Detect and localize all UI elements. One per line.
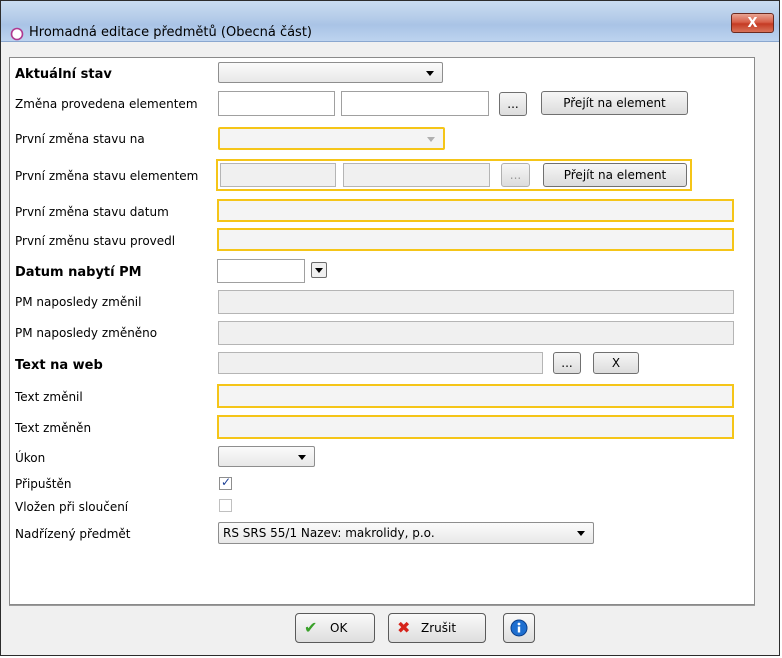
text-zmenen-field — [217, 415, 734, 439]
chevron-down-icon — [298, 455, 306, 460]
nadrizeny-select[interactable]: RS SRS 55/1 Nazev: makrolidy, p.o. — [218, 522, 594, 544]
footer-divider — [9, 605, 755, 606]
nadrizeny-label: Nadřízený předmět — [15, 527, 131, 541]
prvni-zmena-provedl-label: První změnu stavu provedl — [15, 234, 176, 248]
checkmark-icon: ✔ — [304, 618, 318, 637]
close-button[interactable]: X — [731, 13, 774, 33]
chevron-down-icon — [315, 268, 323, 273]
pm-zmenil-field — [218, 290, 734, 314]
chevron-down-icon — [577, 531, 585, 536]
prvni-zmena-datum-label: První změna stavu datum — [15, 205, 169, 219]
x-icon: ✖ — [397, 618, 411, 637]
info-button[interactable] — [503, 613, 535, 643]
prvni-zmena-elementem-goto-button[interactable]: Přejít na element — [543, 163, 687, 187]
vlozen-label: Vložen při sloučení — [15, 500, 129, 514]
pm-zmeneno-label: PM naposledy změněno — [15, 326, 158, 340]
info-icon — [510, 619, 528, 637]
datum-nabyti-label: Datum nabytí PM — [15, 265, 142, 280]
zmena-elementem-label: Změna provedena elementem — [15, 97, 198, 111]
app-icon — [10, 27, 24, 41]
dialog-window: Hromadná editace předmětů (Obecná část) … — [0, 0, 780, 656]
zmena-elementem-goto-button[interactable]: Přejít na element — [541, 91, 688, 115]
zmena-elementem-code-input[interactable] — [218, 91, 335, 116]
ok-button[interactable]: ✔ OK — [295, 613, 375, 643]
prvni-zmena-elementem-label: První změna stavu elementem — [15, 169, 199, 183]
vlozen-checkbox[interactable] — [219, 499, 232, 512]
cancel-button[interactable]: ✖ Zrušit — [388, 613, 486, 643]
zmena-elementem-browse-button[interactable]: ... — [499, 92, 527, 116]
ukon-label: Úkon — [15, 451, 46, 465]
prvni-zmena-na-label: První změna stavu na — [15, 132, 145, 146]
text-zmenil-field — [217, 384, 734, 408]
prvni-zmena-elementem-browse-button: ... — [501, 163, 530, 187]
pm-zmenil-label: PM naposledy změnil — [15, 295, 142, 309]
prvni-zmena-elementem-code-input — [220, 163, 336, 187]
datum-nabyti-input[interactable] — [217, 259, 305, 283]
prvni-zmena-elementem-name-input — [343, 163, 490, 187]
text-web-clear-button[interactable]: X — [593, 352, 639, 374]
prvni-zmena-datum-field — [217, 199, 734, 222]
text-web-label: Text na web — [15, 358, 103, 373]
title-bar[interactable]: Hromadná editace předmětů (Obecná část) … — [1, 1, 779, 42]
check-icon: ✓ — [221, 475, 232, 489]
aktualni-stav-select[interactable] — [218, 62, 443, 83]
chevron-down-icon — [426, 71, 434, 76]
ukon-select[interactable] — [218, 446, 315, 467]
text-web-field — [218, 352, 543, 374]
text-zmenen-label: Text změněn — [15, 421, 92, 435]
date-picker-button[interactable] — [311, 262, 327, 278]
prvni-zmena-provedl-field — [217, 228, 734, 251]
aktualni-stav-label: Aktuální stav — [15, 67, 112, 82]
text-zmenil-label: Text změnil — [15, 390, 83, 404]
pripusten-label: Připuštěn — [15, 477, 72, 491]
prvni-zmena-na-select[interactable] — [218, 127, 445, 150]
zmena-elementem-name-input[interactable] — [341, 91, 489, 116]
pm-zmeneno-field — [218, 321, 734, 345]
close-icon: X — [747, 16, 758, 31]
window-title: Hromadná editace předmětů (Obecná část) — [29, 25, 312, 40]
chevron-down-icon — [427, 137, 435, 142]
text-web-browse-button[interactable]: ... — [553, 352, 581, 374]
pripusten-checkbox[interactable]: ✓ — [219, 475, 232, 490]
